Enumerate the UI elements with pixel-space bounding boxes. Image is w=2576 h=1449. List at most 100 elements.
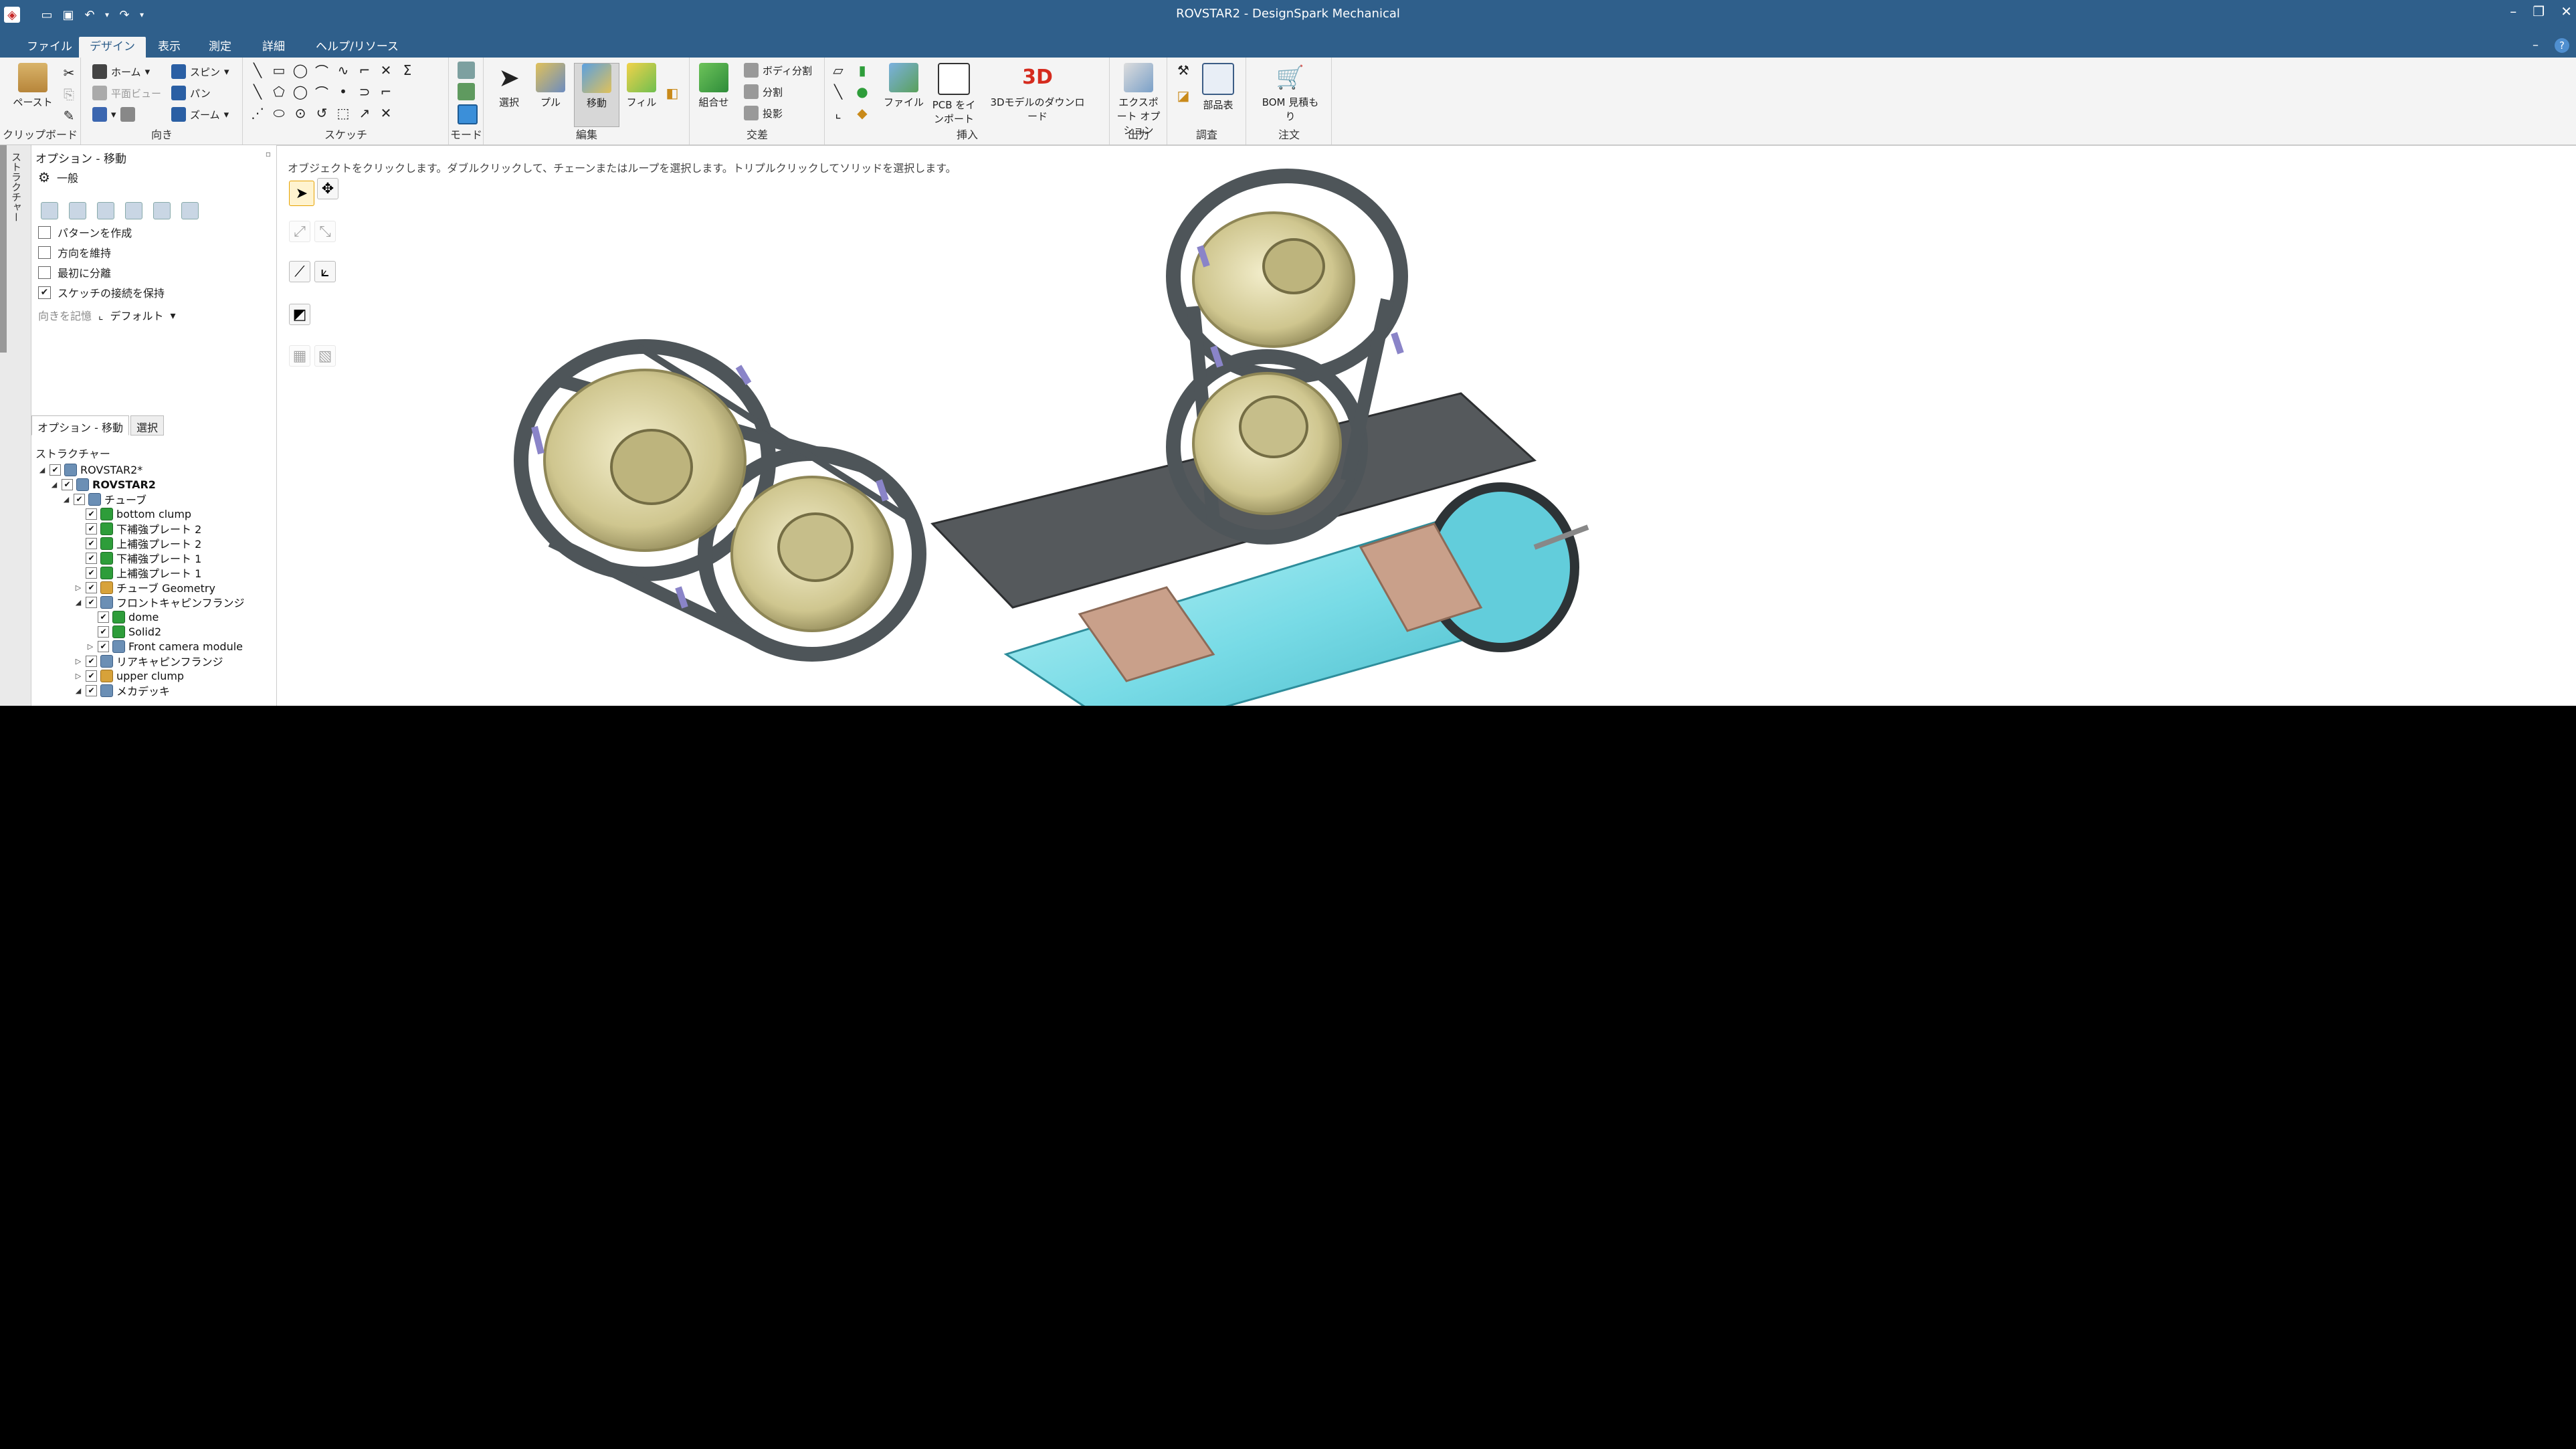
tree-node[interactable]: ◢ ✔ メカデッキ xyxy=(74,683,170,698)
tab-file[interactable]: ファイル xyxy=(16,37,83,58)
minimize-icon[interactable]: – xyxy=(2510,3,2516,19)
visibility-checkbox[interactable]: ✔ xyxy=(86,655,97,667)
fillet-icon[interactable]: ⌐ xyxy=(377,83,395,100)
pull-button[interactable]: プル xyxy=(528,63,573,109)
expand-icon[interactable]: ▷ xyxy=(86,642,94,651)
tree-node[interactable]: ◢ ✔ ROVSTAR2* xyxy=(38,462,142,477)
structure-side-tab[interactable]: ストラクチャー xyxy=(9,152,23,222)
visibility-checkbox[interactable]: ✔ xyxy=(86,684,97,696)
ruler-dimension-icon[interactable] xyxy=(69,202,86,219)
close-icon[interactable]: ✕ xyxy=(2561,3,2572,19)
visibility-checkbox[interactable]: ✔ xyxy=(98,611,109,623)
circle-icon[interactable]: ◯ xyxy=(292,62,309,79)
tree-node[interactable]: ✔ bottom clump xyxy=(74,506,191,521)
sweep-arc-icon[interactable]: ↺ xyxy=(313,104,330,122)
parts-list-button[interactable]: 部品表 xyxy=(1196,63,1240,112)
restore-icon[interactable]: ❐ xyxy=(2533,3,2545,19)
visibility-checkbox[interactable]: ✔ xyxy=(62,478,73,490)
axis-icon[interactable]: ╲ xyxy=(829,83,847,100)
tree-node[interactable]: ✔ 上補強プレート 1 xyxy=(74,565,201,580)
spline-icon[interactable]: ∿ xyxy=(334,62,352,79)
tree-node[interactable]: ◢ ✔ ROVSTAR2 xyxy=(50,477,156,492)
3d-model-download-button[interactable]: 3D 3Dモデルのダウンロード xyxy=(987,63,1088,123)
delete-sketch-icon[interactable]: ✕ xyxy=(377,104,395,122)
trim-icon[interactable]: ✕ xyxy=(377,62,395,79)
tab-measure[interactable]: 測定 xyxy=(198,37,242,58)
minimize-ribbon-icon[interactable]: – xyxy=(2533,38,2539,53)
mass-icon[interactable]: ◪ xyxy=(1175,87,1192,104)
corner-icon[interactable]: ⌐ xyxy=(356,62,373,79)
up-to-icon[interactable] xyxy=(97,202,114,219)
section-mode-icon[interactable] xyxy=(458,83,475,100)
subtab-select[interactable]: 選択 xyxy=(130,415,164,436)
equation-icon[interactable]: ◆ xyxy=(854,104,871,122)
expand-icon[interactable]: ▷ xyxy=(74,583,82,592)
chevron-down-icon[interactable]: ▾ xyxy=(171,309,176,322)
plan-view-button[interactable]: 平面ビュー xyxy=(92,86,161,100)
fulcrum-icon[interactable] xyxy=(125,202,142,219)
visibility-checkbox[interactable]: ✔ xyxy=(86,670,97,682)
project-icon[interactable]: ⬚ xyxy=(334,104,352,122)
visibility-checkbox[interactable]: ✔ xyxy=(98,625,109,638)
paste-button[interactable]: ペースト xyxy=(11,63,55,109)
option-detach-first-checkbox[interactable] xyxy=(38,266,51,279)
tree-node[interactable]: ▷ ✔ チューブ Geometry xyxy=(74,580,215,595)
pcb-import-button[interactable]: PCB をインポート xyxy=(928,63,979,126)
tree-node[interactable]: ✔ Solid2 xyxy=(86,624,161,639)
polygon-icon[interactable]: ⬠ xyxy=(270,83,288,100)
collapse-icon[interactable]: ◢ xyxy=(62,495,70,504)
bom-quote-button[interactable]: 🛒 BOM 見積もり xyxy=(1260,63,1320,123)
shell-icon[interactable]: ◧ xyxy=(664,84,681,102)
line-icon[interactable]: ╲ xyxy=(249,62,266,79)
zoom-button[interactable]: ズーム ▾ xyxy=(171,107,229,122)
tree-node[interactable]: ✔ 上補強プレート 2 xyxy=(74,536,201,551)
tree-node[interactable]: ◢ ✔ チューブ xyxy=(62,492,146,506)
project-button[interactable]: 投影 xyxy=(744,106,783,120)
origin-icon[interactable]: ⌞ xyxy=(829,104,847,122)
measure-tool-icon[interactable]: ⚒ xyxy=(1175,62,1192,79)
construction-line-icon[interactable]: ⋰ xyxy=(249,104,266,122)
visibility-checkbox[interactable]: ✔ xyxy=(98,640,109,652)
cut-icon[interactable]: ✂ xyxy=(60,64,78,82)
side-scrollbar[interactable] xyxy=(0,145,7,353)
options-grid-icon[interactable] xyxy=(181,202,199,219)
offset-icon[interactable]: ⊃ xyxy=(356,83,373,100)
general-section[interactable]: ⚙ 一般 xyxy=(38,169,78,185)
collapse-icon[interactable]: ◢ xyxy=(74,598,82,607)
tab-design[interactable]: デザイン xyxy=(79,37,146,58)
spin-button[interactable]: スピン ▾ xyxy=(171,64,229,79)
arc-3pt-icon[interactable]: ⌒ xyxy=(313,83,330,101)
sphere-icon[interactable]: ● xyxy=(854,83,871,100)
tab-detail[interactable]: 詳細 xyxy=(252,37,296,58)
bend-icon[interactable]: ↗ xyxy=(356,104,373,122)
pan-button[interactable]: パン xyxy=(171,86,211,100)
sketch-mode-icon[interactable] xyxy=(458,62,475,79)
pin-icon[interactable]: ▫ xyxy=(266,149,271,159)
point-icon[interactable]: • xyxy=(334,83,352,100)
tree-node[interactable]: ◢ ✔ フロントキャピンフランジ xyxy=(74,595,245,609)
rectangle-icon[interactable]: ▭ xyxy=(270,62,288,79)
option-keep-orientation[interactable]: 方向を維持 xyxy=(38,244,111,260)
collapse-icon[interactable]: ◢ xyxy=(50,480,58,489)
tab-display[interactable]: 表示 xyxy=(147,37,191,58)
rov-3d-model[interactable] xyxy=(277,146,2576,706)
tree-node[interactable]: ▷ ✔ リアキャピンフランジ xyxy=(74,654,223,668)
help-icon[interactable]: ? xyxy=(2555,38,2569,53)
3d-mode-icon[interactable] xyxy=(458,104,478,124)
3d-viewport[interactable]: オブジェクトをクリックします。ダブルクリックして、チェーンまたはループを選択しま… xyxy=(277,145,2576,706)
tab-help[interactable]: ヘルプ/リソース xyxy=(305,37,409,58)
plane-icon[interactable]: ▱ xyxy=(829,62,847,79)
visibility-checkbox[interactable]: ✔ xyxy=(86,537,97,549)
visibility-checkbox[interactable]: ✔ xyxy=(86,581,97,593)
option-maintain-sketch-checkbox[interactable]: ✔ xyxy=(38,286,51,299)
select-button[interactable]: ➤ 選択 xyxy=(487,63,531,109)
circle-3pt-icon[interactable]: ◯ xyxy=(292,83,309,100)
fill-button[interactable]: フィル xyxy=(619,63,664,109)
collapse-icon[interactable]: ◢ xyxy=(74,686,82,695)
orientation-select[interactable]: デフォルト xyxy=(110,307,164,323)
arc-icon[interactable]: ⌒ xyxy=(313,62,330,80)
expand-icon[interactable]: ▷ xyxy=(74,672,82,680)
tree-node[interactable]: ▷ ✔ upper clump xyxy=(74,668,184,683)
visibility-checkbox[interactable]: ✔ xyxy=(86,567,97,579)
visibility-checkbox[interactable]: ✔ xyxy=(86,522,97,535)
